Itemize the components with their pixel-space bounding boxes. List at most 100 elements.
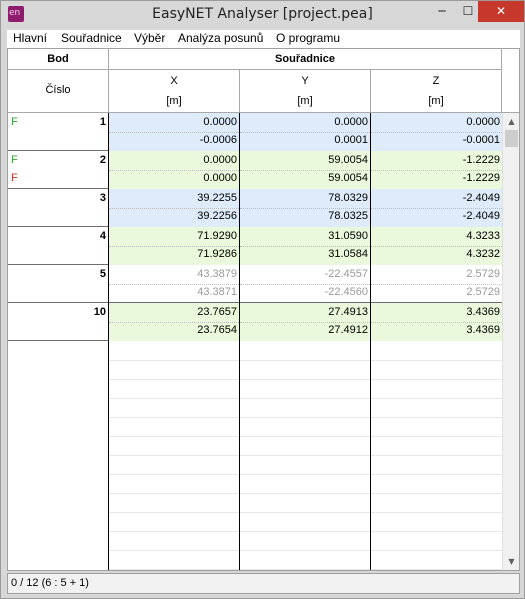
coordinate-value: 31.0584	[328, 248, 368, 260]
table-row[interactable]: F 1 0.0000 -0.0006 0.0000 0.0001 0.0000 -0.0001	[8, 113, 502, 151]
header-z-name: Z	[432, 75, 440, 87]
coordinate-value: 31.0590	[328, 230, 368, 242]
coordinate-cell-x[interactable]: 43.3879 43.3871	[109, 265, 239, 303]
column-divider	[370, 113, 371, 570]
coordinate-value: 78.0329	[328, 192, 368, 204]
coordinate-value: 71.9286	[197, 248, 237, 260]
point-number: 10	[93, 306, 106, 318]
coordinate-cell-y[interactable]: 59.0054 59.0054	[240, 151, 370, 189]
coordinate-cell-y[interactable]: 0.0000 0.0001	[240, 113, 370, 151]
point-number: 2	[99, 154, 106, 166]
coordinate-value: -1.2229	[462, 154, 500, 166]
coordinate-cell-x[interactable]: 39.2255 39.2256	[109, 189, 239, 227]
coordinate-cell-x[interactable]: 0.0000 0.0000	[109, 151, 239, 189]
coordinate-cell-z[interactable]: 2.5729 2.5729	[371, 265, 502, 303]
header-col-z[interactable]: Z [m]	[371, 70, 502, 113]
coordinate-value: 0.0001	[334, 134, 368, 146]
row-separator	[109, 170, 239, 171]
table-row[interactable]: 5 43.3879 43.3871 -22.4557 -22.4560 2.5729 2.5…	[8, 265, 502, 303]
table-row[interactable]: 10 23.7657 23.7654 27.4913 27.4912 3.4369 3.43…	[8, 303, 502, 341]
coordinate-value: -2.4049	[462, 192, 500, 204]
coordinate-value: 27.4913	[328, 306, 368, 318]
scroll-thumb[interactable]	[505, 130, 518, 147]
header-x-unit: [m]	[166, 95, 182, 107]
point-number: 3	[99, 192, 106, 204]
coordinate-value: -22.4560	[324, 286, 368, 298]
coordinate-cell-z[interactable]: -1.2229 -1.2229	[371, 151, 502, 189]
coordinate-value: 27.4912	[328, 324, 368, 336]
title-bar[interactable]: en EasyNET Analyser [project.pea] ─ ☐ ✕	[1, 1, 524, 30]
empty-row-line	[109, 379, 502, 380]
header-souradnice[interactable]: Souřadnice	[109, 49, 502, 70]
row-separator	[240, 246, 370, 247]
row-separator	[240, 208, 370, 209]
coordinate-cell-y[interactable]: 31.0590 31.0584	[240, 227, 370, 265]
coordinate-cell-x[interactable]: 71.9290 71.9286	[109, 227, 239, 265]
coordinate-value: 71.9290	[197, 230, 237, 242]
status-text: 0 / 12 (6 : 5 + 1)	[11, 577, 89, 589]
coordinate-value: 0.0000	[466, 116, 500, 128]
menu-o-programu[interactable]: O programu	[276, 31, 340, 45]
coordinate-value: 0.0000	[203, 154, 237, 166]
coordinate-value: -0.0006	[199, 134, 237, 146]
point-number: 1	[99, 116, 106, 128]
row-separator	[371, 170, 502, 171]
scroll-up-arrow-icon[interactable]: ▲	[503, 113, 519, 130]
row-separator	[240, 132, 370, 133]
coordinate-cell-x[interactable]: 23.7657 23.7654	[109, 303, 239, 341]
coordinate-value: -2.4049	[462, 210, 500, 222]
scroll-down-arrow-icon[interactable]: ▼	[503, 553, 519, 570]
header-col-y[interactable]: Y [m]	[240, 70, 371, 113]
close-button[interactable]: ✕	[478, 1, 524, 22]
coordinate-value: 2.5729	[466, 286, 500, 298]
coordinate-cell-z[interactable]: 3.4369 3.4369	[371, 303, 502, 341]
coordinate-cell-y[interactable]: 27.4913 27.4912	[240, 303, 370, 341]
row-separator	[240, 170, 370, 171]
coordinate-cell-z[interactable]: 4.3233 4.3232	[371, 227, 502, 265]
row-separator	[371, 208, 502, 209]
menu-bar: Hlavní Souřadnice Výběr Analýza posunů O…	[7, 30, 520, 48]
row-separator	[109, 284, 239, 285]
header-x-name: X	[170, 75, 178, 87]
app-window: en EasyNET Analyser [project.pea] ─ ☐ ✕ …	[0, 0, 525, 599]
header-y-unit: [m]	[297, 95, 313, 107]
status-bar: 0 / 12 (6 : 5 + 1)	[7, 573, 520, 594]
table-row[interactable]: 3 39.2255 39.2256 78.0329 78.0325 -2.4049 -2.4…	[8, 189, 502, 227]
table-row[interactable]: 4 71.9290 71.9286 31.0590 31.0584 4.3233 4.323…	[8, 227, 502, 265]
empty-row-line	[109, 569, 502, 570]
coordinate-value: 43.3879	[197, 268, 237, 280]
coordinate-cell-x[interactable]: 0.0000 -0.0006	[109, 113, 239, 151]
coordinate-value: 0.0000	[203, 116, 237, 128]
coordinate-value: 78.0325	[328, 210, 368, 222]
row-separator	[240, 322, 370, 323]
coordinates-grid: Bod Číslo Souřadnice X [m] Y [m] Z [m] F…	[7, 48, 520, 571]
empty-row-line	[109, 531, 502, 532]
vertical-scrollbar[interactable]: ▲ ▼	[502, 113, 519, 570]
table-row[interactable]: F F 2 0.0000 0.0000 59.0054 59.0054 -1.2229 -1.2…	[8, 151, 502, 189]
header-bod[interactable]: Bod	[8, 49, 109, 70]
empty-row-line	[109, 474, 502, 475]
header-cislo[interactable]: Číslo	[8, 70, 109, 113]
menu-vyber[interactable]: Výběr	[134, 31, 165, 45]
minimize-button[interactable]: ─	[429, 1, 455, 22]
empty-row-line	[109, 455, 502, 456]
coordinate-value: 3.4369	[466, 324, 500, 336]
empty-row-line	[109, 493, 502, 494]
coordinate-cell-y[interactable]: 78.0329 78.0325	[240, 189, 370, 227]
empty-row-line	[109, 417, 502, 418]
coordinate-cell-y[interactable]: -22.4557 -22.4560	[240, 265, 370, 303]
coordinate-value: 23.7654	[197, 324, 237, 336]
coordinate-value: 59.0054	[328, 154, 368, 166]
menu-hlavni[interactable]: Hlavní	[13, 31, 47, 45]
empty-row-line	[109, 436, 502, 437]
coordinate-value: -22.4557	[324, 268, 368, 280]
header-z-unit: [m]	[428, 95, 444, 107]
header-col-x[interactable]: X [m]	[109, 70, 240, 113]
coordinate-cell-z[interactable]: 0.0000 -0.0001	[371, 113, 502, 151]
row-separator	[371, 132, 502, 133]
empty-row-line	[109, 512, 502, 513]
menu-analyza-posunu[interactable]: Analýza posunů	[178, 31, 263, 45]
coordinate-cell-z[interactable]: -2.4049 -2.4049	[371, 189, 502, 227]
menu-souradnice[interactable]: Souřadnice	[61, 31, 122, 45]
row-separator	[371, 322, 502, 323]
